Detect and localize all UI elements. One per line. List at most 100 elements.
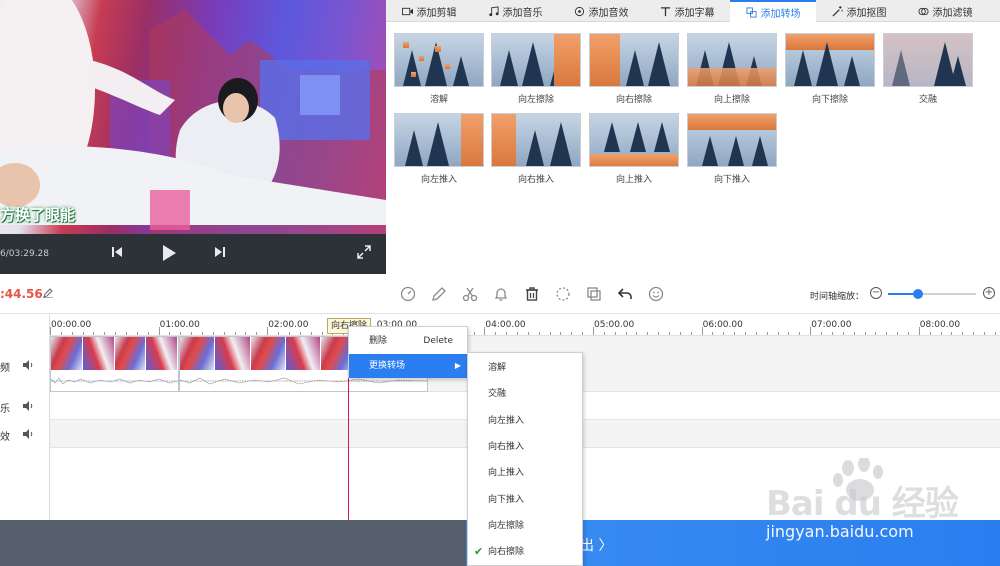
ruler-major-tick <box>158 327 160 335</box>
submenu-item[interactable]: 向左擦除 <box>468 513 582 539</box>
submenu-item[interactable]: 溶解 <box>468 355 582 381</box>
ruler-minor-tick <box>777 332 779 335</box>
ruler-minor-tick <box>278 332 280 335</box>
trash-icon[interactable] <box>524 286 540 302</box>
volume-icon[interactable] <box>22 359 34 371</box>
ruler-minor-tick <box>310 332 312 335</box>
tab-add-transition[interactable]: 添加转场 <box>730 0 816 22</box>
copy-icon[interactable] <box>586 286 602 302</box>
transition-wipe-down[interactable]: 向下擦除 <box>785 33 875 105</box>
scissors-icon[interactable] <box>462 286 478 302</box>
time-ruler[interactable]: 00:00.00 01:00.00 02:00.00 03:00.00 04:00.00… <box>50 314 1000 336</box>
tab-label: 添加剪辑 <box>416 7 457 19</box>
ruler-minor-tick <box>527 332 529 335</box>
transition-push-right[interactable]: 向右推入 <box>491 113 581 185</box>
ruler-major-tick <box>484 327 486 335</box>
transition-push-up[interactable]: 向上推入 <box>589 113 679 185</box>
edit-duration-icon[interactable] <box>43 288 53 299</box>
transition-dissolve[interactable]: 溶解 <box>394 33 484 105</box>
ruler-minor-tick <box>994 332 996 335</box>
track-label-sfx: 效 <box>0 432 10 443</box>
fullscreen-icon[interactable] <box>355 245 373 263</box>
submenu-item[interactable]: 向下推入 <box>468 487 582 513</box>
edit-toolbar: :44.56 时间轴缩放： − + <box>0 274 1000 314</box>
feature-tabs: 添加剪辑 添加音乐 添加音效 添加字幕 添加转场 添加抠图 添加滤镜 <box>386 0 1000 22</box>
zoom-slider-handle[interactable] <box>912 289 923 299</box>
submenu-item-label: 向下推入 <box>488 494 525 505</box>
submenu-arrow-icon: ▶ <box>454 361 461 370</box>
ruler-time-label: 05:00.00 <box>594 320 635 330</box>
filter-icon <box>917 7 929 15</box>
ruler-minor-tick <box>245 332 247 335</box>
ruler-minor-tick <box>625 332 627 335</box>
skip-back-icon[interactable] <box>108 245 126 263</box>
transition-push-down[interactable]: 向下推入 <box>687 113 777 185</box>
ruler-minor-tick <box>907 332 909 335</box>
audio-waveform <box>51 377 178 385</box>
skip-forward-icon[interactable] <box>211 245 229 263</box>
transition-label: 向左推入 <box>420 175 457 185</box>
menu-shortcut: Delete <box>423 336 453 346</box>
zoom-in-button[interactable]: + <box>983 287 995 299</box>
video-frame: 方换了眼能 <box>0 0 386 234</box>
tab-add-clip[interactable]: 添加剪辑 <box>386 0 472 22</box>
video-clip[interactable] <box>50 336 179 392</box>
timeline-zoom-label: 时间轴缩放： <box>810 292 865 302</box>
undo-icon[interactable] <box>617 286 633 302</box>
transition-wipe-left[interactable]: 向左擦除 <box>491 33 581 105</box>
pencil-icon[interactable] <box>431 286 447 302</box>
volume-icon[interactable] <box>22 400 34 412</box>
submenu-item[interactable]: 向右推入 <box>468 434 582 460</box>
tab-add-subtitle[interactable]: 添加字幕 <box>644 0 730 22</box>
tab-add-music[interactable]: 添加音乐 <box>472 0 558 22</box>
tab-add-sound-effect[interactable]: 添加音效 <box>558 0 644 22</box>
ruler-minor-tick <box>897 332 899 335</box>
ruler-minor-tick <box>136 332 138 335</box>
playback-time: 6/03:29.28 <box>0 249 50 259</box>
submenu-item[interactable]: ✔ 向右擦除 <box>468 539 582 565</box>
ruler-time-label: 08:00.00 <box>919 320 961 330</box>
ruler-minor-tick <box>115 332 117 335</box>
volume-icon[interactable] <box>22 428 34 440</box>
transition-label: 向下擦除 <box>811 95 848 105</box>
ruler-minor-tick <box>940 332 942 335</box>
zoom-out-button[interactable]: − <box>870 287 882 299</box>
menu-item-delete[interactable]: 删除 Delete <box>349 329 467 353</box>
ruler-minor-tick <box>180 332 182 335</box>
ruler-time-label: 01:00.00 <box>159 320 200 330</box>
video-editor-window: 方换了眼能 6/03:29.28 添加剪辑 添加音乐 添加音效 添加字幕 添加转… <box>0 0 1000 566</box>
bell-icon[interactable] <box>493 286 509 302</box>
speed-icon[interactable] <box>400 286 416 302</box>
transition-wipe-right[interactable]: 向右擦除 <box>589 33 679 105</box>
transition-label: 向上擦除 <box>713 95 750 105</box>
track-label-music: 乐 <box>0 404 10 415</box>
menu-item-change-transition[interactable]: 更换转场 ▶ <box>349 354 467 378</box>
ruler-minor-tick <box>93 332 95 335</box>
ruler-minor-tick <box>712 332 714 335</box>
timeline-zoom-slider[interactable] <box>888 289 976 299</box>
ruler-minor-tick <box>256 332 258 335</box>
ruler-minor-tick <box>571 332 573 335</box>
crop-icon[interactable] <box>555 286 571 302</box>
transition-push-left[interactable]: 向左推入 <box>394 113 484 185</box>
ruler-minor-tick <box>82 332 84 335</box>
transition-wipe-up[interactable]: 向上擦除 <box>687 33 777 105</box>
tab-add-filter[interactable]: 添加滤镜 <box>902 0 988 22</box>
play-icon[interactable] <box>160 245 178 263</box>
clip-context-menu: 删除 Delete 更换转场 ▶ <box>348 326 468 378</box>
export-label: 出 〉 <box>580 538 613 554</box>
transition-thumbnail <box>687 113 777 167</box>
transition-blend[interactable]: 交融 <box>883 33 973 105</box>
submenu-item[interactable]: 向左推入 <box>468 408 582 434</box>
tab-add-cutout[interactable]: 添加抠图 <box>816 0 902 22</box>
submenu-item[interactable]: 交融 <box>468 381 582 407</box>
ruler-minor-tick <box>582 332 584 335</box>
transition-label: 交融 <box>918 95 937 105</box>
ruler-minor-tick <box>223 332 225 335</box>
total-duration: :44.56 <box>0 287 43 301</box>
emoji-icon[interactable] <box>648 286 664 302</box>
clip-frames <box>51 337 178 370</box>
ruler-minor-tick <box>658 332 660 335</box>
tab-label: 添加转场 <box>760 8 801 20</box>
submenu-item[interactable]: 向上推入 <box>468 460 582 486</box>
